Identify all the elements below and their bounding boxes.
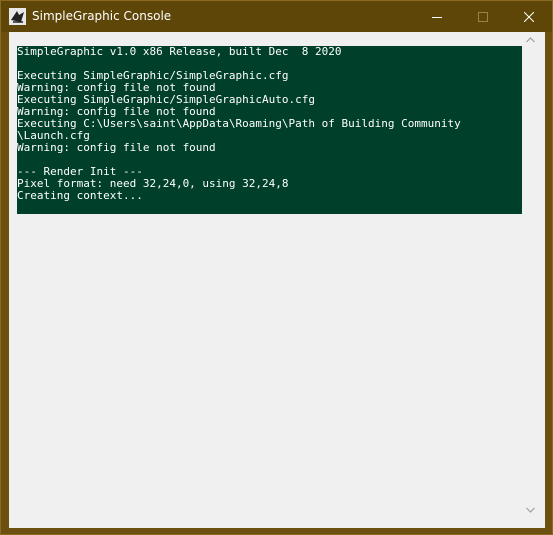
scroll-down-icon[interactable] <box>526 507 535 513</box>
console-window: SimpleGraphic Console SimpleGraphic v1.0… <box>0 0 553 535</box>
close-button[interactable] <box>506 1 552 32</box>
console-line: Warning: config file not found <box>17 141 216 154</box>
maximize-button[interactable] <box>460 1 506 32</box>
console-line: Creating context... <box>17 189 143 202</box>
app-icon[interactable] <box>9 8 26 25</box>
close-icon <box>524 11 534 22</box>
title-bar[interactable]: SimpleGraphic Console <box>1 1 552 32</box>
console-client-area: SimpleGraphic v1.0 x86 Release, built De… <box>9 32 545 528</box>
minimize-icon <box>432 16 442 18</box>
vertical-scrollbar[interactable] <box>522 32 540 524</box>
console-output[interactable]: SimpleGraphic v1.0 x86 Release, built De… <box>17 46 522 214</box>
scroll-up-icon[interactable] <box>526 37 535 43</box>
window-title: SimpleGraphic Console <box>32 9 172 23</box>
console-line: SimpleGraphic v1.0 x86 Release, built De… <box>17 45 342 58</box>
minimize-button[interactable] <box>414 1 460 32</box>
maximize-icon <box>478 11 488 22</box>
